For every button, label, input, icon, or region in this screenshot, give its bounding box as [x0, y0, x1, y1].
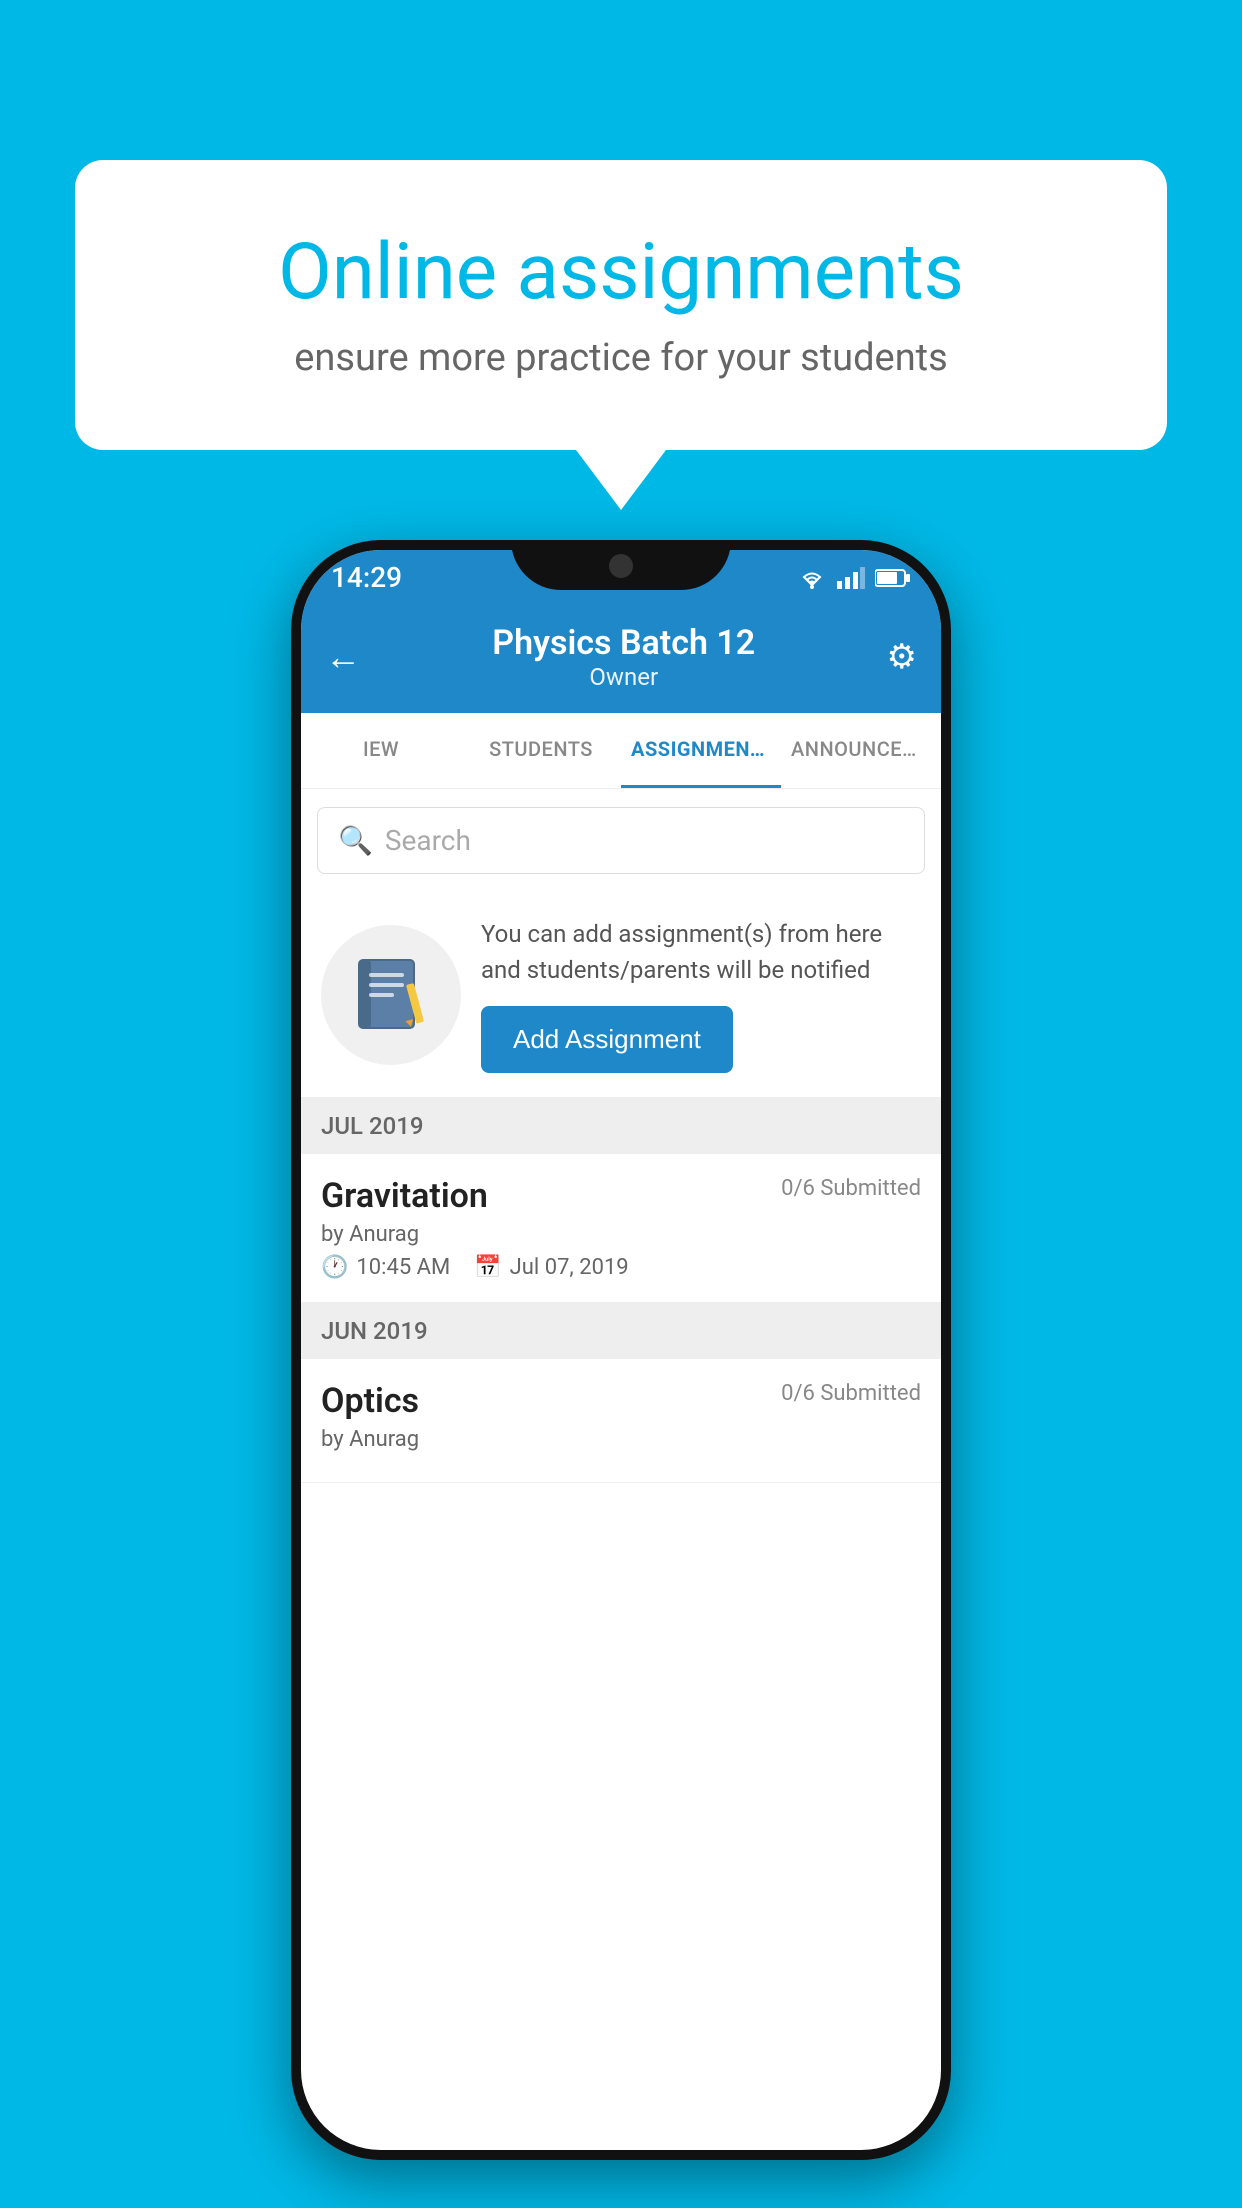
status-icons — [797, 567, 911, 589]
search-placeholder: Search — [385, 824, 471, 857]
assignment-gravitation-status: 0/6 Submitted — [781, 1176, 921, 1201]
assignment-gravitation[interactable]: Gravitation 0/6 Submitted by Anurag 🕐 10… — [301, 1154, 941, 1303]
assignment-gravitation-date: 📅 Jul 07, 2019 — [474, 1255, 628, 1280]
phone-screen: 14:29 — [301, 550, 941, 2150]
phone-notch — [511, 540, 731, 590]
tab-iew[interactable]: IEW — [301, 713, 461, 788]
section-jun-2019-label: JUN 2019 — [321, 1317, 428, 1345]
assignment-gravitation-date-text: Jul 07, 2019 — [510, 1255, 629, 1280]
header-subtitle: Owner — [492, 663, 755, 691]
phone-frame: 14:29 — [291, 540, 951, 2160]
search-icon: 🔍 — [338, 824, 373, 857]
speech-bubble-container: Online assignments ensure more practice … — [75, 160, 1167, 510]
assignment-optics-name: Optics — [321, 1381, 419, 1421]
assignment-gravitation-time-text: 10:45 AM — [356, 1255, 450, 1280]
phone-camera — [609, 554, 633, 578]
assignment-gravitation-by: by Anurag — [321, 1222, 921, 1247]
assignment-optics-top: Optics 0/6 Submitted — [321, 1381, 921, 1421]
tabs-container: IEW STUDENTS ASSIGNMENTS ANNOUNCEM... — [301, 713, 941, 789]
wifi-icon — [797, 567, 827, 589]
speech-bubble-subtitle: ensure more practice for your students — [155, 336, 1087, 380]
speech-bubble: Online assignments ensure more practice … — [75, 160, 1167, 450]
section-jun-2019: JUN 2019 — [301, 1303, 941, 1359]
notebook-icon — [354, 955, 429, 1035]
assignment-optics-status: 0/6 Submitted — [781, 1381, 921, 1406]
assignment-optics[interactable]: Optics 0/6 Submitted by Anurag — [301, 1359, 941, 1483]
section-jul-2019-label: JUL 2019 — [321, 1112, 424, 1140]
header-center: Physics Batch 12 Owner — [492, 623, 755, 691]
promo-section: You can add assignment(s) from here and … — [301, 892, 941, 1098]
assignment-gravitation-time: 🕐 10:45 AM — [321, 1255, 450, 1280]
status-time: 14:29 — [331, 561, 402, 594]
assignment-optics-by: by Anurag — [321, 1427, 921, 1452]
assignment-gravitation-meta: 🕐 10:45 AM 📅 Jul 07, 2019 — [321, 1255, 921, 1280]
tab-students[interactable]: STUDENTS — [461, 713, 621, 788]
speech-bubble-arrow — [576, 450, 666, 510]
assignment-gravitation-top: Gravitation 0/6 Submitted — [321, 1176, 921, 1216]
phone-frame-container: 14:29 — [291, 540, 951, 2160]
calendar-icon: 📅 — [474, 1255, 501, 1280]
add-assignment-button[interactable]: Add Assignment — [481, 1006, 733, 1073]
gear-icon[interactable]: ⚙ — [887, 637, 917, 677]
section-jul-2019: JUL 2019 — [301, 1098, 941, 1154]
promo-description: You can add assignment(s) from here and … — [481, 916, 921, 988]
header-title: Physics Batch 12 — [492, 623, 755, 663]
app-header: ← Physics Batch 12 Owner ⚙ — [301, 605, 941, 713]
clock-icon: 🕐 — [321, 1255, 348, 1280]
tab-assignments[interactable]: ASSIGNMENTS — [621, 713, 781, 788]
search-bar[interactable]: 🔍 Search — [317, 807, 925, 874]
signal-icon — [837, 567, 865, 589]
assignment-gravitation-name: Gravitation — [321, 1176, 488, 1216]
back-button[interactable]: ← — [325, 636, 361, 678]
battery-icon — [875, 568, 911, 588]
promo-icon-circle — [321, 925, 461, 1065]
speech-bubble-title: Online assignments — [155, 230, 1087, 316]
promo-text-section: You can add assignment(s) from here and … — [481, 916, 921, 1073]
tab-announcements[interactable]: ANNOUNCEM... — [781, 713, 941, 788]
